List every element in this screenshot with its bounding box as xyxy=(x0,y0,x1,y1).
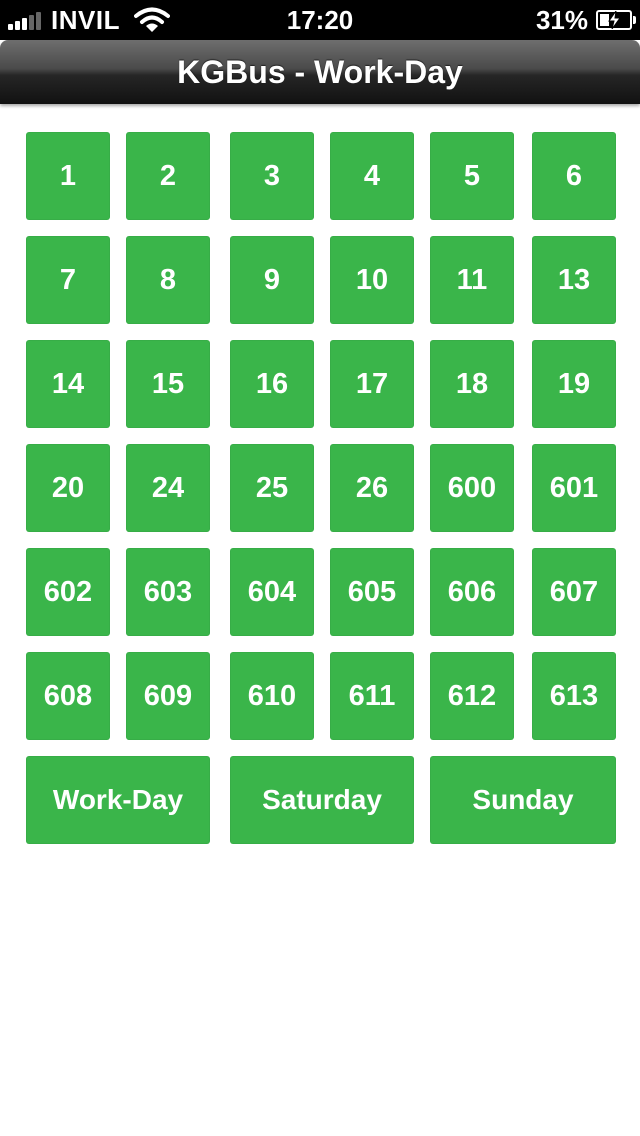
route-button-5[interactable]: 5 xyxy=(430,132,514,220)
route-button-602[interactable]: 602 xyxy=(26,548,110,636)
route-button-607[interactable]: 607 xyxy=(532,548,616,636)
route-button-8[interactable]: 8 xyxy=(126,236,210,324)
route-button-606[interactable]: 606 xyxy=(430,548,514,636)
route-button-611[interactable]: 611 xyxy=(330,652,414,740)
route-button-17[interactable]: 17 xyxy=(330,340,414,428)
route-button-604[interactable]: 604 xyxy=(230,548,314,636)
sunday-button[interactable]: Sunday xyxy=(430,756,616,844)
route-button-603[interactable]: 603 xyxy=(126,548,210,636)
route-button-613[interactable]: 613 xyxy=(532,652,616,740)
route-button-9[interactable]: 9 xyxy=(230,236,314,324)
route-button-18[interactable]: 18 xyxy=(430,340,514,428)
route-button-612[interactable]: 612 xyxy=(430,652,514,740)
route-button-6[interactable]: 6 xyxy=(532,132,616,220)
route-button-19[interactable]: 19 xyxy=(532,340,616,428)
route-button-16[interactable]: 16 xyxy=(230,340,314,428)
route-button-4[interactable]: 4 xyxy=(330,132,414,220)
route-button-24[interactable]: 24 xyxy=(126,444,210,532)
route-button-13[interactable]: 13 xyxy=(532,236,616,324)
route-button-20[interactable]: 20 xyxy=(26,444,110,532)
route-button-15[interactable]: 15 xyxy=(126,340,210,428)
route-button-605[interactable]: 605 xyxy=(330,548,414,636)
route-button-608[interactable]: 608 xyxy=(26,652,110,740)
route-button-10[interactable]: 10 xyxy=(330,236,414,324)
route-button-3[interactable]: 3 xyxy=(230,132,314,220)
route-grid: 1 2 3 4 5 6 7 8 9 10 11 13 14 15 16 17 18 19 20 24 25 26 600 60… xyxy=(0,0,640,1136)
route-button-601[interactable]: 601 xyxy=(532,444,616,532)
route-button-14[interactable]: 14 xyxy=(26,340,110,428)
route-button-610[interactable]: 610 xyxy=(230,652,314,740)
route-button-7[interactable]: 7 xyxy=(26,236,110,324)
route-button-609[interactable]: 609 xyxy=(126,652,210,740)
route-button-26[interactable]: 26 xyxy=(330,444,414,532)
saturday-button[interactable]: Saturday xyxy=(230,756,414,844)
route-button-600[interactable]: 600 xyxy=(430,444,514,532)
work-day-button[interactable]: Work-Day xyxy=(26,756,210,844)
route-button-2[interactable]: 2 xyxy=(126,132,210,220)
route-button-11[interactable]: 11 xyxy=(430,236,514,324)
route-button-25[interactable]: 25 xyxy=(230,444,314,532)
route-button-1[interactable]: 1 xyxy=(26,132,110,220)
